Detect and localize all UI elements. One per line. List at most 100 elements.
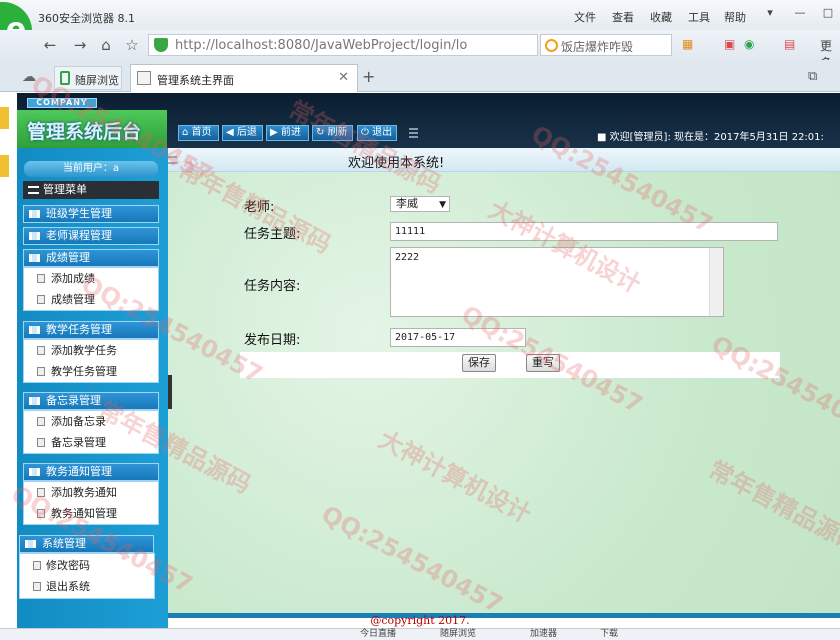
skin-icon[interactable]: ▾ — [760, 6, 780, 22]
welcome-text: ■ 欢迎[管理员]: 现在是：2017年5月31日 22:01: — [597, 132, 824, 143]
sidebar-item-change-password[interactable]: 修改密码 — [20, 555, 154, 576]
doc-icon — [37, 488, 45, 497]
menu-favorites[interactable]: 收藏 — [650, 9, 672, 25]
sidebar-item-add-memo[interactable]: 添加备忘录 — [24, 411, 158, 432]
close-tab-icon[interactable]: ✕ — [338, 70, 349, 85]
logout-button[interactable]: ⏻ 退出 — [357, 125, 397, 141]
sidebar-item-task-manage[interactable]: 教学任务管理 — [24, 361, 158, 382]
sidebar-item-exit-system[interactable]: 退出系统 — [20, 576, 154, 597]
section-icon — [29, 210, 40, 218]
sidebar-section-system[interactable]: 系统管理 — [19, 535, 154, 553]
sidebar-item-memo-manage[interactable]: 备忘录管理 — [24, 432, 158, 453]
subject-label: 任务主题: — [244, 227, 301, 242]
system-title: 管理系统后台 — [27, 121, 142, 143]
doc-icon — [33, 582, 41, 591]
status-download[interactable]: 下载 — [600, 629, 618, 640]
sidebar-item-label: 添加教学任务 — [51, 344, 117, 357]
section-label: 系统管理 — [42, 537, 86, 550]
search-icon — [545, 39, 558, 52]
menu-title-label: 管理菜单 — [43, 183, 87, 196]
back-button-label: 后退 — [236, 127, 257, 138]
logout-button-label: 退出 — [372, 127, 393, 138]
subject-input[interactable]: 11111 — [390, 222, 778, 241]
gift-icon[interactable]: ▣ — [724, 37, 735, 51]
browser-statusbar: 今日直播 随屏浏览 加速器 下载 — [0, 628, 840, 640]
tab-list-icon[interactable]: ⧉ — [808, 69, 817, 84]
app-title: 360安全浏览器 8.1 — [38, 12, 135, 25]
sidebar-section-teacher-courses[interactable]: 老师课程管理 — [23, 227, 159, 245]
sidebar-section-notices[interactable]: 教务通知管理 — [23, 463, 159, 481]
translate-icon[interactable]: ▤ — [784, 37, 795, 51]
sidebar-item-label: 添加成绩 — [51, 272, 95, 285]
copyright: @copyright 2017. — [370, 614, 470, 627]
url-text: http://localhost:8080/JavaWebProject/log… — [175, 38, 468, 53]
sidebar-item-notice-manage[interactable]: 教务通知管理 — [24, 503, 158, 524]
grip-icon — [168, 156, 177, 164]
new-tab-icon[interactable]: + — [362, 67, 375, 86]
reset-button[interactable]: 重写 — [526, 354, 560, 372]
home-button[interactable]: ⌂ 首页 — [178, 125, 219, 141]
back-button[interactable]: ◀ 后退 — [222, 125, 263, 141]
status-phone-browse[interactable]: 随屏浏览 — [440, 629, 476, 640]
home-icon[interactable]: ⌂ — [96, 36, 116, 54]
web-page: COMPANY 管理系统后台 ⌂ 首页 ◀ 后退 ▶ 前进 ↻ 刷新 ⏻ 退出 … — [0, 93, 840, 628]
status-live[interactable]: 今日直播 — [360, 629, 396, 640]
search-input[interactable]: 饭店爆炸咋毁 — [540, 34, 672, 56]
section-label: 教学任务管理 — [46, 323, 112, 336]
sidebar-item-add-task[interactable]: 添加教学任务 — [24, 340, 158, 361]
sidebar-collapse-handle[interactable] — [168, 375, 172, 409]
sidebar-item-label: 退出系统 — [46, 580, 90, 593]
sidebar-section-grades[interactable]: 成绩管理 — [23, 249, 159, 267]
sidebar-item-label: 教务通知管理 — [51, 507, 117, 520]
sidebar-item-grade-manage[interactable]: 成绩管理 — [24, 289, 158, 310]
menu-file[interactable]: 文件 — [574, 9, 596, 25]
site-header: COMPANY 管理系统后台 ⌂ 首页 ◀ 后退 ▶ 前进 ↻ 刷新 ⏻ 退出 … — [17, 93, 840, 148]
status-accelerator[interactable]: 加速器 — [530, 629, 557, 640]
menu-icon — [28, 186, 39, 194]
tab-phone-browse[interactable]: 随屏浏览 — [54, 66, 122, 90]
cloud-icon[interactable]: ☁ — [22, 69, 36, 85]
doc-icon — [37, 274, 45, 283]
favorite-star-icon[interactable]: ☆ — [122, 36, 142, 54]
browser-navbar: ← → ⌂ ☆ http://localhost:8080/JavaWebPro… — [0, 30, 840, 70]
back-icon[interactable]: ← — [40, 36, 60, 54]
save-button[interactable]: 保存 — [462, 354, 496, 372]
menu-help[interactable]: 帮助 — [724, 9, 746, 25]
sidebar-submenu-memos: 添加备忘录 备忘录管理 — [23, 410, 159, 454]
teacher-select[interactable]: 李威 ▼ — [390, 196, 450, 212]
date-input[interactable]: 2017-05-17 — [390, 328, 526, 347]
section-icon — [29, 326, 40, 334]
refresh-button-label: 刷新 — [327, 127, 348, 138]
menu-tools[interactable]: 工具 — [688, 9, 710, 25]
apps-icon[interactable]: ▦ — [682, 37, 693, 51]
sidebar-item-add-notice[interactable]: 添加教务通知 — [24, 482, 158, 503]
minimize-icon[interactable]: — — [790, 6, 810, 22]
forward-icon[interactable]: → — [70, 36, 90, 54]
date-label: 发布日期: — [244, 333, 301, 348]
current-user: 当前用户：a — [24, 161, 158, 177]
sidebar-item-label: 成绩管理 — [51, 293, 95, 306]
shield-tool-icon[interactable]: ◉ — [744, 37, 754, 51]
address-bar[interactable]: http://localhost:8080/JavaWebProject/log… — [148, 34, 538, 56]
content-heading: 欢迎使用本系统! — [348, 156, 445, 171]
company-logo: COMPANY — [27, 98, 97, 108]
section-icon — [29, 254, 40, 262]
forward-button[interactable]: ▶ 前进 — [266, 125, 309, 141]
edge-marker — [0, 107, 9, 129]
maximize-icon[interactable]: □ — [818, 6, 838, 22]
sidebar-section-class-students[interactable]: 班级学生管理 — [23, 205, 159, 223]
sidebar: 当前用户：a 管理菜单 班级学生管理 老师课程管理 成绩管理 添加成绩 成绩管理… — [17, 148, 168, 628]
doc-icon — [33, 561, 41, 570]
textarea-scrollbar[interactable] — [709, 248, 723, 316]
sidebar-section-memos[interactable]: 备忘录管理 — [23, 392, 159, 410]
sidebar-item-add-grade[interactable]: 添加成绩 — [24, 268, 158, 289]
task-content-value: 2222 — [395, 252, 420, 263]
task-content-textarea[interactable]: 2222 — [390, 247, 724, 317]
refresh-button[interactable]: ↻ 刷新 — [312, 125, 353, 141]
sidebar-section-teaching-tasks[interactable]: 教学任务管理 — [23, 321, 159, 339]
chevron-down-icon: ▼ — [439, 200, 446, 210]
phone-icon — [60, 71, 70, 85]
tab-active[interactable]: 管理系统主界面 ✕ — [130, 64, 358, 92]
welcome-label: 欢迎[管理员]: 现在是：2017年5月31日 22:01: — [609, 132, 824, 143]
menu-view[interactable]: 查看 — [612, 9, 634, 25]
